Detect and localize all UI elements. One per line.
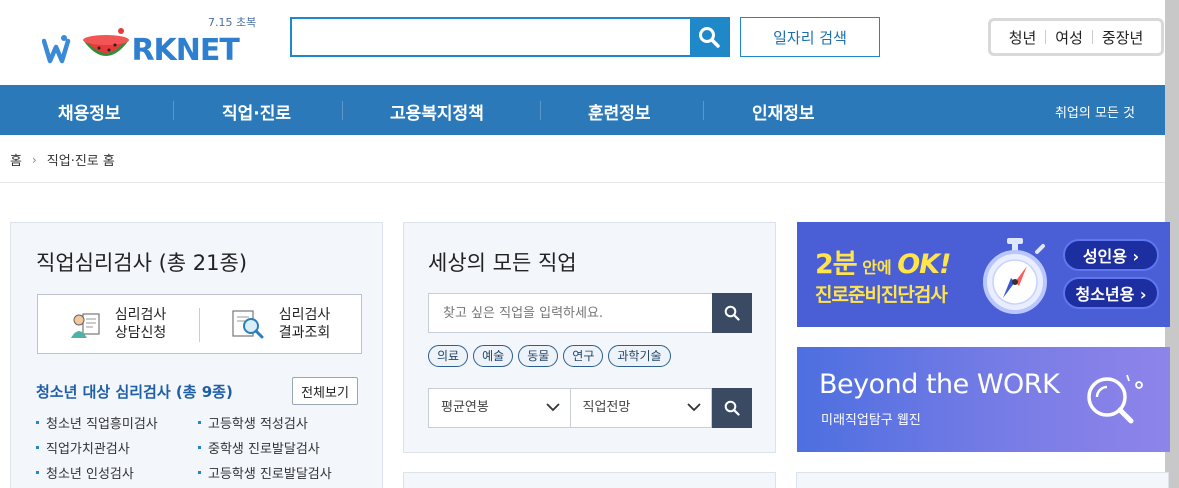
chevron-down-icon — [687, 403, 701, 412]
banner2-subtitle: 미래직업탐구 웹진 — [821, 413, 921, 428]
counsel-request-button[interactable]: 심리검사 상담신청 — [38, 295, 199, 353]
label-line: 심리검사 — [114, 307, 167, 323]
counsel-request-label: 심리검사 상담신청 — [115, 306, 167, 342]
view-all-button[interactable]: 전체보기 — [292, 377, 358, 405]
user-type-switch: 청년 여성 중장년 — [988, 18, 1164, 56]
lower-panel — [403, 472, 776, 488]
salary-select-value: 평균연봉 — [441, 400, 489, 415]
result-lookup-label: 심리검사 결과조회 — [279, 306, 331, 342]
career-test-banner[interactable]: 2분 안에 OK! 진로준비진단검사 성인용 › 청소년용 › — [797, 222, 1170, 327]
test-item[interactable]: 직업가치관검사 — [36, 441, 158, 466]
job-filter-search-button[interactable] — [712, 388, 752, 428]
lower-panel — [796, 472, 1169, 488]
job-search-button[interactable]: 일자리 검색 — [740, 17, 880, 57]
label-line: 심리검사 — [278, 307, 331, 323]
nav-item-talent[interactable]: 인재정보 — [752, 99, 815, 124]
label-line: 결과조회 — [278, 325, 331, 341]
logo-w-icon — [41, 35, 71, 64]
tag-research[interactable]: 연구 — [563, 345, 604, 367]
job-name-search — [428, 293, 752, 333]
logo-text: RKNET — [41, 28, 240, 68]
test-item[interactable]: 고등학생 진로발달검사 — [198, 466, 332, 488]
test-item[interactable]: 청소년 직업흥미검사 — [36, 416, 158, 441]
nav-divider — [540, 101, 541, 120]
breadcrumb-home[interactable]: 홈 — [10, 150, 22, 169]
main-nav: 채용정보 직업·진로 고용복지정책 훈련정보 인재정보 취업의 모든 것 — [0, 85, 1165, 135]
outlook-select[interactable]: 직업전망 — [569, 389, 712, 427]
user-type-middle-aged[interactable]: 중장년 — [1093, 27, 1152, 48]
test-column-left: 청소년 직업흥미검사 직업가치관검사 청소년 인성검사 — [36, 416, 158, 488]
psych-quick-links: 심리검사 상담신청 심리검사 결과조회 — [37, 294, 362, 354]
tag-art[interactable]: 예술 — [473, 345, 514, 367]
test-item[interactable]: 청소년 인성검사 — [36, 466, 158, 488]
search-icon — [699, 27, 720, 48]
tag-animal[interactable]: 동물 — [518, 345, 559, 367]
nav-item-recruit[interactable]: 채용정보 — [58, 99, 121, 124]
tag-medical[interactable]: 의료 — [428, 345, 469, 367]
outlook-select-value: 직업전망 — [582, 400, 631, 415]
search-icon — [724, 400, 740, 416]
result-lookup-button[interactable]: 심리검사 결과조회 — [200, 295, 361, 353]
nav-divider — [173, 101, 174, 120]
nav-item-career[interactable]: 직업·진로 — [222, 99, 291, 124]
main-search-input[interactable] — [292, 19, 690, 55]
label-line: 상담신청 — [114, 325, 167, 341]
nav-all-link[interactable]: 취업의 모든 것 — [1055, 102, 1135, 121]
youth-test-title: 청소년 대상 심리검사 (총 9종) — [36, 383, 233, 401]
webzine-banner[interactable]: Beyond the WORK 미래직업탐구 웹진 — [797, 347, 1170, 452]
magnifier-icon — [1087, 374, 1143, 424]
page: 7.15 초복 RKNET 일자리 검색 청년 여성 중장년 채용정보 직업·진… — [0, 0, 1170, 488]
banner2-title: Beyond the WORK — [819, 369, 1060, 400]
nav-item-welfare[interactable]: 고용복지정책 — [390, 99, 484, 124]
banner1-time: 2분 — [815, 249, 858, 280]
search-icon — [724, 305, 740, 321]
job-tags: 의료 예술 동물 연구 과학기술 — [428, 345, 671, 367]
adult-button[interactable]: 성인용 › — [1063, 239, 1159, 271]
salary-select[interactable]: 평균연봉 — [429, 389, 570, 427]
psych-test-title: 직업심리검사 (총 21종) — [36, 251, 248, 275]
test-item[interactable]: 중학생 진로발달검사 — [198, 441, 332, 466]
nav-divider — [703, 101, 704, 120]
breadcrumb-current: 직업·진로 홈 — [46, 154, 115, 169]
user-type-youth[interactable]: 청년 — [1000, 27, 1046, 48]
banner1-headline: 2분 안에 OK! — [815, 242, 951, 281]
divider — [0, 182, 1165, 183]
tag-science-tech[interactable]: 과학기술 — [608, 345, 671, 367]
breadcrumb: 홈 › 직업·진로 홈 — [10, 150, 115, 170]
all-jobs-title: 세상의 모든 직업 — [428, 251, 577, 275]
worknet-logo[interactable]: 7.15 초복 RKNET — [40, 10, 265, 76]
main-search — [290, 17, 730, 57]
job-filter: 평균연봉 직업전망 — [428, 388, 712, 428]
job-name-search-button[interactable] — [712, 293, 752, 333]
chevron-down-icon — [545, 403, 560, 412]
banner1-ok: OK! — [897, 249, 951, 280]
test-item[interactable]: 고등학생 적성검사 — [198, 416, 332, 441]
job-name-input[interactable] — [429, 294, 712, 332]
banner1-subtitle: 진로준비진단검사 — [815, 284, 948, 306]
youth-button[interactable]: 청소년용 › — [1063, 277, 1159, 309]
psych-test-panel: 직업심리검사 (총 21종) 심리검사 상담신청 심리검사 결과조회 청소년 대… — [10, 222, 383, 488]
chevron-right-icon: › — [31, 152, 37, 167]
main-search-button[interactable] — [690, 19, 728, 55]
watermelon-icon — [83, 28, 130, 56]
user-type-women[interactable]: 여성 — [1046, 27, 1092, 48]
test-column-right: 고등학생 적성검사 중학생 진로발달검사 고등학생 진로발달검사 — [198, 416, 332, 488]
counselor-icon — [70, 313, 100, 338]
logo-rknet: RKNET — [131, 33, 239, 68]
nav-item-training[interactable]: 훈련정보 — [588, 99, 651, 124]
banner1-within: 안에 — [856, 258, 898, 277]
nav-divider — [342, 101, 343, 120]
stopwatch-compass-icon — [983, 238, 1047, 314]
document-search-icon — [232, 310, 264, 339]
all-jobs-panel: 세상의 모든 직업 의료 예술 동물 연구 과학기술 평균연봉 — [403, 222, 776, 453]
